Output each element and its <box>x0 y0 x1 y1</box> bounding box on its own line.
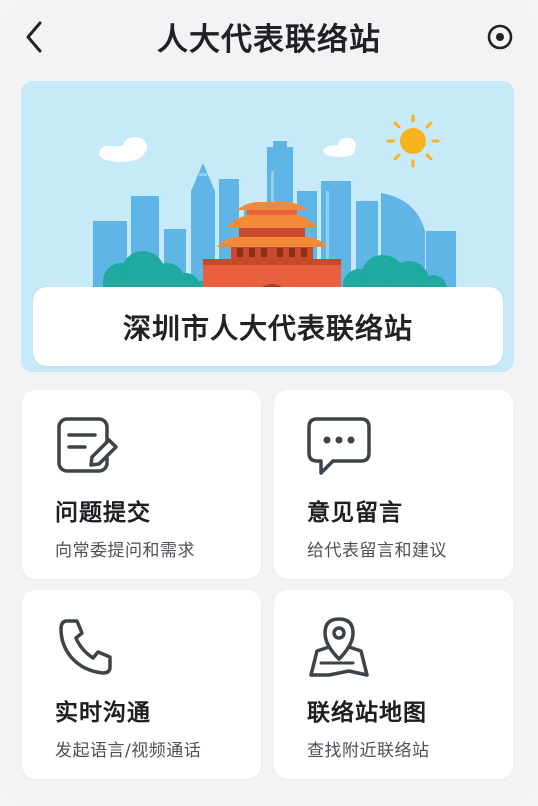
live-call-card[interactable]: 实时沟通 发起语言/视频通话 <box>22 590 261 779</box>
hero-banner: 深圳市人大代表联络站 <box>21 81 514 372</box>
edit-note-icon <box>57 417 118 473</box>
phone-icon <box>59 619 112 675</box>
feedback-message-card[interactable]: 意见留言 给代表留言和建议 <box>274 390 513 579</box>
page-title: 人大代表联络站 <box>157 22 381 58</box>
question-submit-card[interactable]: 问题提交 向常委提问和需求 <box>22 390 261 579</box>
card-subtitle: 给代表留言和建议 <box>307 541 447 561</box>
card-title: 实时沟通 <box>55 700 151 726</box>
chat-bubble-icon <box>307 417 371 475</box>
station-map-card[interactable]: 联络站地图 查找附近联络站 <box>274 590 513 779</box>
top-bar: 人大代表联络站 <box>3 0 535 74</box>
target-button[interactable] <box>485 22 515 52</box>
card-title: 问题提交 <box>55 500 151 526</box>
card-title: 联络站地图 <box>307 700 427 726</box>
card-subtitle: 查找附近联络站 <box>307 741 430 761</box>
target-icon <box>487 24 513 50</box>
banner-title: 深圳市人大代表联络站 <box>122 311 413 345</box>
banner-title-card: 深圳市人大代表联络站 <box>33 287 503 366</box>
card-title: 意见留言 <box>307 500 403 526</box>
app-screen: 人大代表联络站 深圳市人大代表联络站 问题提交 向常委提问和需求 意见留言 给代… <box>3 0 535 806</box>
card-subtitle: 发起语言/视频通话 <box>55 741 202 761</box>
card-subtitle: 向常委提问和需求 <box>55 541 195 561</box>
map-pin-icon <box>309 617 369 677</box>
